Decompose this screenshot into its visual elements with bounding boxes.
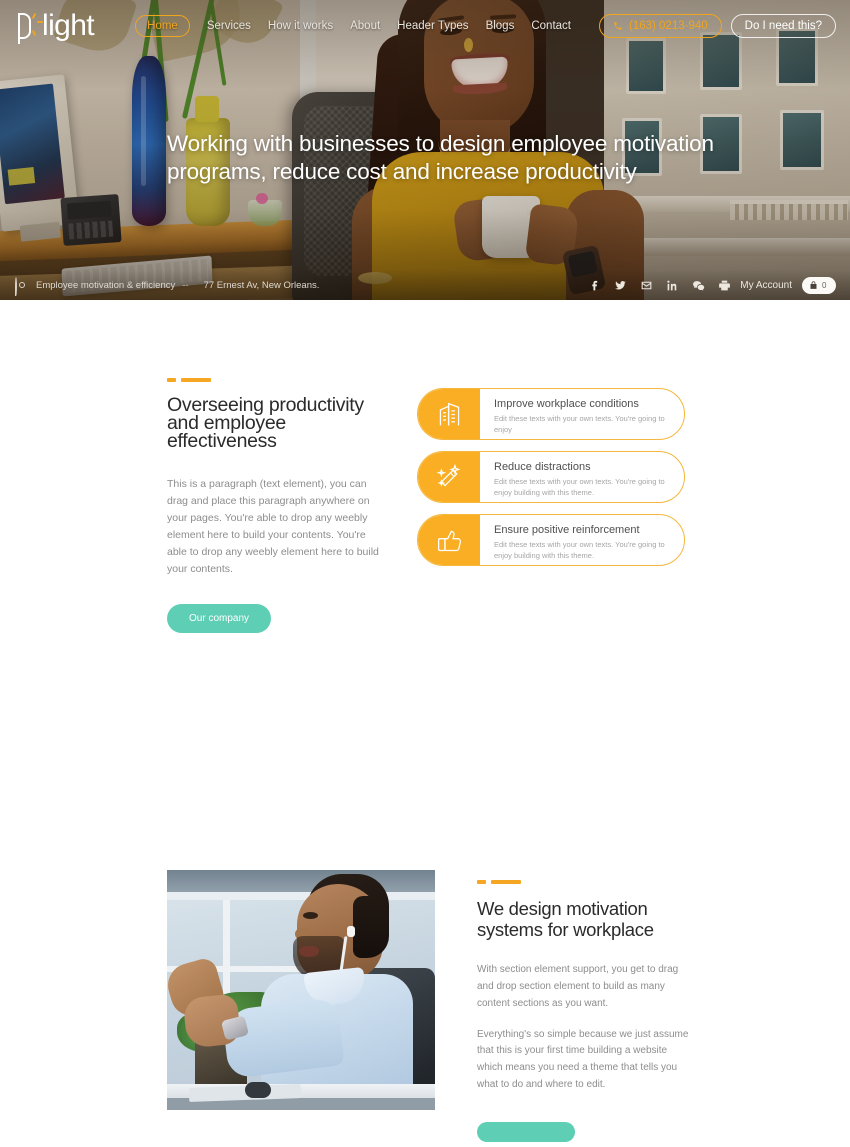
accent-dash-large: [181, 378, 211, 382]
feature-card-description: Edit these texts with your own texts. Yo…: [494, 540, 665, 560]
motivation-systems-section: We design motivation systems for workpla…: [0, 870, 850, 1142]
productivity-paragraph: This is a paragraph (text element), you …: [167, 478, 379, 576]
cart-bag-icon: [810, 280, 817, 289]
building-icon: [418, 389, 480, 439]
accent-dashes: [167, 378, 382, 382]
hero-separator: --: [182, 279, 189, 291]
cart-button[interactable]: 0: [802, 276, 836, 294]
linkedin-icon[interactable]: [666, 279, 679, 292]
twitter-icon[interactable]: [614, 279, 627, 292]
our-company-button[interactable]: Our company: [167, 604, 272, 634]
thumbs-up-icon: [418, 515, 480, 565]
nav-item-header-types[interactable]: Header Types: [397, 20, 468, 32]
hero-heading: Working with businesses to design employ…: [167, 131, 714, 185]
feature-card-title: Reduce distractions: [494, 461, 591, 473]
site-header: light Home Services How it works About H…: [0, 0, 850, 52]
cta-button[interactable]: Do I need this?: [730, 14, 836, 38]
hero-tagline: Employee motivation & efficiency: [36, 279, 176, 291]
nav-item-how-it-works[interactable]: How it works: [268, 20, 333, 32]
motivation-paragraph-two: Everything's so simple because we just a…: [477, 1028, 689, 1090]
accent-dashes: [477, 880, 689, 884]
main-navigation: Home Services How it works About Header …: [135, 15, 571, 37]
feature-card-description: Edit these texts with your own texts. Yo…: [494, 414, 665, 434]
phone-number-label: (163) 0213-940: [628, 20, 708, 32]
logo-spark-icon: [18, 11, 43, 44]
accent-dash-large: [491, 880, 521, 884]
phone-icon: [614, 22, 622, 30]
logo-text: light: [42, 9, 95, 42]
nav-item-about[interactable]: About: [350, 20, 380, 32]
motivation-cta-button[interactable]: [477, 1121, 575, 1142]
accent-dash-small: [167, 378, 176, 382]
motivation-section-image: [167, 870, 435, 1110]
feature-card[interactable]: Improve workplace conditions Edit these …: [417, 388, 685, 440]
motivation-paragraph-one: With section element support, you get to…: [477, 964, 679, 1009]
feature-card-description: Edit these texts with your own texts. Yo…: [494, 477, 665, 497]
my-account-link[interactable]: My Account: [740, 280, 792, 291]
motivation-text-column: We design motivation systems for workpla…: [477, 880, 689, 1147]
feature-card-title: Improve workplace conditions: [494, 398, 639, 410]
nav-item-blogs[interactable]: Blogs: [486, 20, 515, 32]
productivity-heading: Overseeing productivity and employee eff…: [167, 394, 364, 453]
wechat-icon[interactable]: [692, 279, 705, 292]
youtube-icon[interactable]: [718, 279, 731, 292]
feature-card[interactable]: Reduce distractions Edit these texts wit…: [417, 451, 685, 503]
nav-item-contact[interactable]: Contact: [531, 20, 571, 32]
nav-item-home[interactable]: Home: [135, 15, 190, 37]
social-links: [588, 279, 731, 292]
magic-wand-icon: [418, 452, 480, 502]
productivity-text-column: Overseeing productivity and employee eff…: [167, 378, 382, 634]
phone-button[interactable]: (163) 0213-940: [598, 14, 722, 38]
email-icon[interactable]: [640, 279, 653, 292]
productivity-section: Overseeing productivity and employee eff…: [0, 300, 850, 634]
hero-address: 77 Ernest Av, New Orleans.: [203, 279, 320, 291]
hero-section: light Home Services How it works About H…: [0, 0, 850, 300]
facebook-icon[interactable]: [588, 279, 601, 292]
site-logo[interactable]: light: [18, 9, 95, 44]
cart-count: 0: [822, 280, 827, 290]
accent-dash-small: [477, 880, 486, 884]
motivation-heading: We design motivation systems for workpla…: [477, 898, 654, 941]
feature-card[interactable]: Ensure positive reinforcement Edit these…: [417, 514, 685, 566]
feature-card-list: Improve workplace conditions Edit these …: [417, 388, 685, 577]
feature-card-title: Ensure positive reinforcement: [494, 524, 640, 536]
hero-info-bar: Employee motivation & efficiency -- 77 E…: [0, 270, 850, 300]
location-pin-icon: [15, 276, 28, 296]
header-buttons: (163) 0213-940 Do I need this?: [598, 14, 836, 38]
nav-item-services[interactable]: Services: [207, 20, 251, 32]
